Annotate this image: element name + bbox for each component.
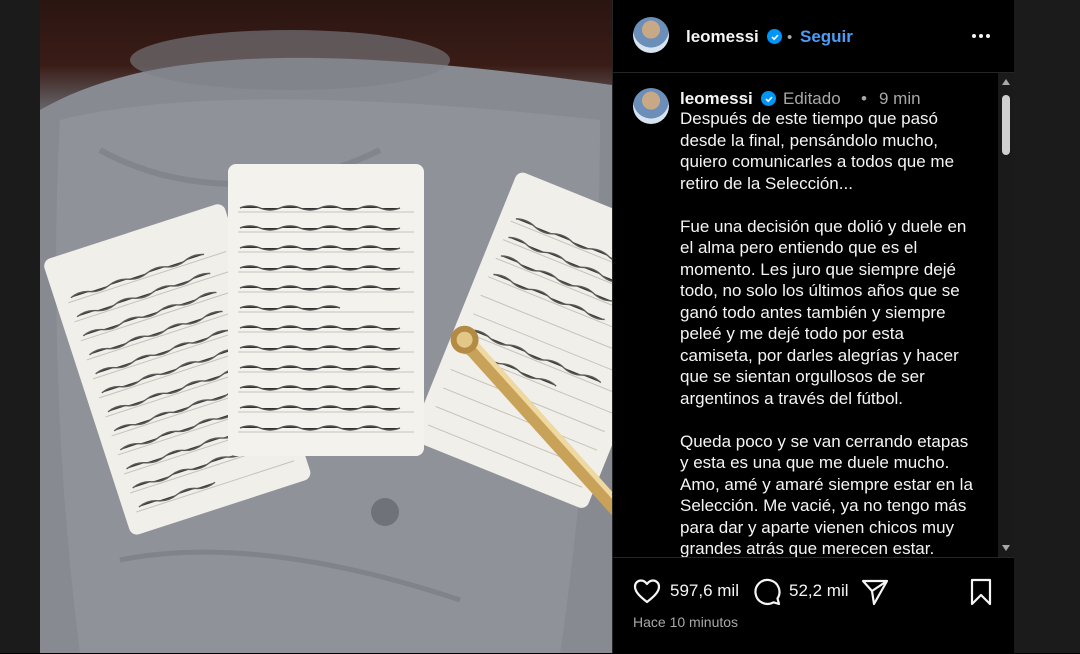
post-photo-illustration [40, 30, 612, 653]
post-actions-bar: 597,6 mil 52,2 mil Hace 10 minutos [613, 557, 1014, 654]
caption-paragraph: Queda poco y se van cerrando etapas y es… [680, 431, 978, 558]
send-icon[interactable] [861, 578, 889, 606]
comments-scrollbar[interactable] [998, 73, 1014, 557]
caption-paragraph: Después de este tiempo que pasó desde la… [680, 109, 959, 193]
caption-paragraph: Fue una decisión que dolió y duele en el… [680, 216, 972, 408]
header-separator: • [787, 29, 793, 46]
author-username[interactable]: leomessi [686, 27, 759, 47]
caption-username[interactable]: leomessi [680, 89, 753, 109]
bookmark-icon[interactable] [969, 578, 993, 606]
edited-label: Editado [783, 89, 841, 108]
comments-count[interactable]: 52,2 mil [789, 581, 849, 601]
scroll-down-arrow-icon[interactable] [1002, 545, 1010, 551]
caption-verified-badge-icon [761, 91, 776, 106]
comment-bubble-icon[interactable] [753, 578, 781, 606]
caption-separator: • [861, 89, 867, 108]
heart-icon[interactable] [633, 578, 661, 604]
scroll-up-arrow-icon[interactable] [1002, 79, 1010, 85]
post-caption: Después de este tiempo que pasó desde la… [680, 108, 980, 557]
post-header: leomessi • Seguir [613, 0, 1014, 73]
caption-age: 9 min [879, 89, 921, 108]
likes-count[interactable]: 597,6 mil [670, 581, 739, 601]
post-timestamp[interactable]: Hace 10 minutos [633, 614, 738, 630]
scrollbar-thumb[interactable] [1002, 95, 1010, 155]
author-avatar[interactable] [633, 17, 669, 53]
post-image [40, 0, 612, 653]
caption-author-avatar[interactable] [633, 88, 669, 124]
follow-button[interactable]: Seguir [800, 27, 853, 47]
verified-badge-icon [767, 29, 782, 44]
post-details-panel: leomessi • Seguir leomessi Editado • 9 m… [612, 0, 1014, 653]
comments-section[interactable]: leomessi Editado • 9 min Después de este… [613, 73, 998, 557]
more-options-icon[interactable] [969, 26, 993, 46]
post-modal: leomessi • Seguir leomessi Editado • 9 m… [40, 0, 1014, 653]
